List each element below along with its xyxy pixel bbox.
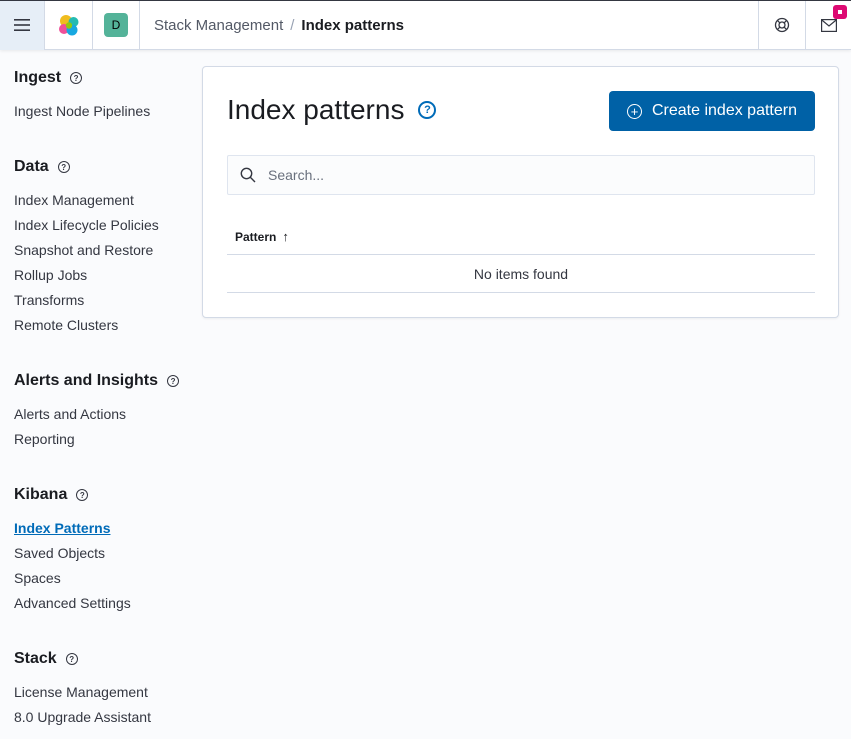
breadcrumb-stack-management[interactable]: Stack Management (154, 17, 283, 34)
sidebar-item-index-management[interactable]: Index Management (14, 188, 159, 213)
sidebar-item-ingest-node-pipelines[interactable]: Ingest Node Pipelines (14, 99, 150, 124)
help-icon (774, 17, 790, 33)
breadcrumb-separator: / (290, 16, 295, 34)
index-patterns-table: Pattern ↑ No items found (227, 219, 815, 293)
help-menu-button[interactable] (758, 0, 805, 50)
sidebar-item-transforms[interactable]: Transforms (14, 288, 159, 313)
table-header-pattern[interactable]: Pattern ↑ (227, 219, 815, 255)
sidebar-item-advanced-settings[interactable]: Advanced Settings (14, 591, 131, 616)
nav-group-ingest: Ingest ? Ingest Node Pipelines (14, 67, 150, 124)
question-icon[interactable]: ? (418, 101, 437, 119)
nav-group-title: Kibana ? (14, 484, 131, 506)
menu-icon (14, 19, 30, 31)
nav-group-title-text: Alerts and Insights (14, 372, 159, 389)
create-index-pattern-button[interactable]: + Create index pattern (609, 91, 815, 131)
sidebar-item-snapshot-and-restore[interactable]: Snapshot and Restore (14, 238, 159, 263)
nav-group-title: Alerts and Insights ? (14, 370, 180, 392)
notification-badge (833, 4, 847, 19)
nav-group-title: Data ? (14, 156, 159, 178)
nav-group-title-text: Data (14, 158, 49, 175)
nav-group-title: Stack ? (14, 648, 151, 670)
nav-group-title-text: Kibana (14, 486, 68, 503)
sidebar-item-rollup-jobs[interactable]: Rollup Jobs (14, 263, 159, 288)
index-patterns-panel: Index patterns ? + Create index pattern … (202, 66, 839, 318)
nav-group-stack: Stack ? License Management 8.0 Upgrade A… (14, 648, 151, 730)
question-icon: ? (57, 161, 70, 173)
home-logo-link[interactable] (45, 0, 93, 50)
nav-group-title: Ingest ? (14, 67, 150, 89)
question-icon: ? (70, 72, 83, 84)
sidebar-item-upgrade-assistant[interactable]: 8.0 Upgrade Assistant (14, 705, 151, 730)
nav-group-kibana: Kibana ? Index Patterns Saved Objects Sp… (14, 484, 131, 616)
nav-group-title-text: Ingest (14, 69, 62, 86)
search-input[interactable] (268, 167, 798, 183)
page-title: Index patterns ? (227, 94, 437, 126)
sort-ascending-icon: ↑ (282, 229, 289, 244)
search-icon (228, 167, 268, 183)
column-header-label: Pattern (235, 229, 277, 244)
nav-group-data: Data ? Index Management Index Lifecycle … (14, 156, 159, 338)
question-icon: ? (167, 375, 180, 387)
page-title-text: Index patterns (227, 94, 405, 125)
sidebar-item-spaces[interactable]: Spaces (14, 566, 131, 591)
breadcrumb: Stack Management / Index patterns (140, 17, 758, 34)
sidebar-item-index-lifecycle-policies[interactable]: Index Lifecycle Policies (14, 213, 159, 238)
sidebar-item-saved-objects[interactable]: Saved Objects (14, 541, 131, 566)
table-empty-message: No items found (227, 255, 815, 293)
sidebar-item-index-patterns[interactable]: Index Patterns (14, 516, 131, 541)
sidebar-item-alerts-and-actions[interactable]: Alerts and Actions (14, 402, 179, 427)
newsfeed-button[interactable] (805, 0, 851, 50)
sidebar-item-remote-clusters[interactable]: Remote Clusters (14, 313, 159, 338)
create-button-label: Create index pattern (652, 102, 797, 119)
space-avatar: D (104, 13, 128, 37)
sidebar-item-reporting[interactable]: Reporting (14, 427, 179, 452)
search-box[interactable] (227, 155, 815, 195)
elastic-logo-icon (58, 15, 78, 36)
breadcrumb-current: Index patterns (301, 16, 404, 34)
menu-toggle-button[interactable] (0, 0, 45, 50)
question-icon: ? (65, 653, 78, 665)
newsfeed-icon (820, 18, 837, 32)
nav-group-title-text: Stack (14, 650, 57, 667)
top-header: D Stack Management / Index patterns (0, 0, 851, 50)
nav-group-alerts-and-insights: Alerts and Insights ? Alerts and Actions… (14, 370, 180, 452)
plus-circle-icon: + (627, 103, 642, 119)
space-selector[interactable]: D (93, 0, 140, 50)
question-icon: ? (76, 489, 89, 501)
sidebar-item-license-management[interactable]: License Management (14, 680, 151, 705)
